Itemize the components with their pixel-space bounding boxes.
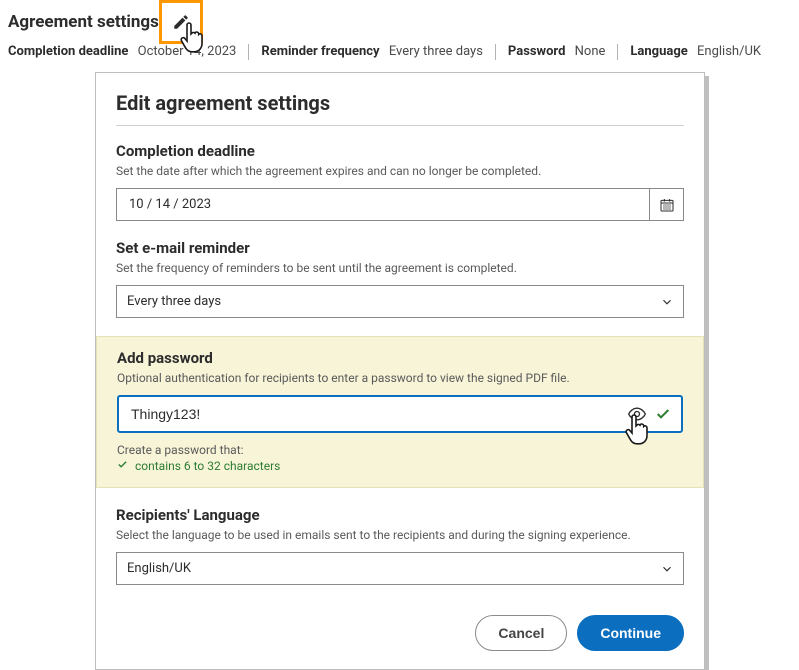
section-completion-deadline: Completion deadline Set the date after w… xyxy=(116,142,684,221)
cancel-button[interactable]: Cancel xyxy=(475,615,567,651)
reminder-select[interactable]: Every three days xyxy=(116,285,684,318)
calendar-icon xyxy=(659,197,675,213)
password-rules-title: Create a password that: xyxy=(117,443,683,457)
section-description: Optional authentication for recipients t… xyxy=(117,371,683,385)
summary-completion: Completion deadline October 14, 2023 xyxy=(8,44,249,60)
page-title: Agreement settings xyxy=(8,12,159,32)
modal-title: Edit agreement settings xyxy=(116,91,684,115)
continue-button[interactable]: Continue xyxy=(577,615,684,651)
password-input[interactable] xyxy=(117,395,683,433)
section-description: Set the frequency of reminders to be sen… xyxy=(116,261,684,275)
section-reminder: Set e-mail reminder Set the frequency of… xyxy=(116,239,684,318)
section-description: Select the language to be used in emails… xyxy=(116,528,684,542)
summary-password: Password None xyxy=(496,44,618,60)
section-title: Recipients' Language xyxy=(116,506,684,524)
page-header: Agreement settings Completion deadline O… xyxy=(0,0,799,64)
edit-settings-button[interactable] xyxy=(159,0,203,44)
summary-language: Language English/UK xyxy=(618,44,773,60)
divider xyxy=(116,125,684,126)
section-title: Set e-mail reminder xyxy=(116,239,684,257)
edit-settings-modal: Edit agreement settings Completion deadl… xyxy=(95,72,705,670)
modal-button-row: Cancel Continue xyxy=(116,615,684,651)
completion-date-input[interactable]: 10 / 14 / 2023 xyxy=(116,188,650,221)
cursor-pointer-icon xyxy=(180,21,208,55)
valid-check-icon xyxy=(655,406,671,422)
check-icon xyxy=(117,459,131,473)
summary-reminder: Reminder frequency Every three days xyxy=(249,44,496,60)
calendar-button[interactable] xyxy=(650,188,684,221)
cursor-pointer-icon xyxy=(625,413,653,447)
settings-summary-bar: Completion deadline October 14, 2023 Rem… xyxy=(8,44,791,60)
language-select[interactable]: English/UK xyxy=(116,552,684,585)
section-password: Add password Optional authentication for… xyxy=(96,336,704,488)
password-rule-length: contains 6 to 32 characters xyxy=(117,459,683,473)
section-title: Completion deadline xyxy=(116,142,684,160)
section-language: Recipients' Language Select the language… xyxy=(116,506,684,585)
section-title: Add password xyxy=(117,349,683,367)
section-description: Set the date after which the agreement e… xyxy=(116,164,684,178)
